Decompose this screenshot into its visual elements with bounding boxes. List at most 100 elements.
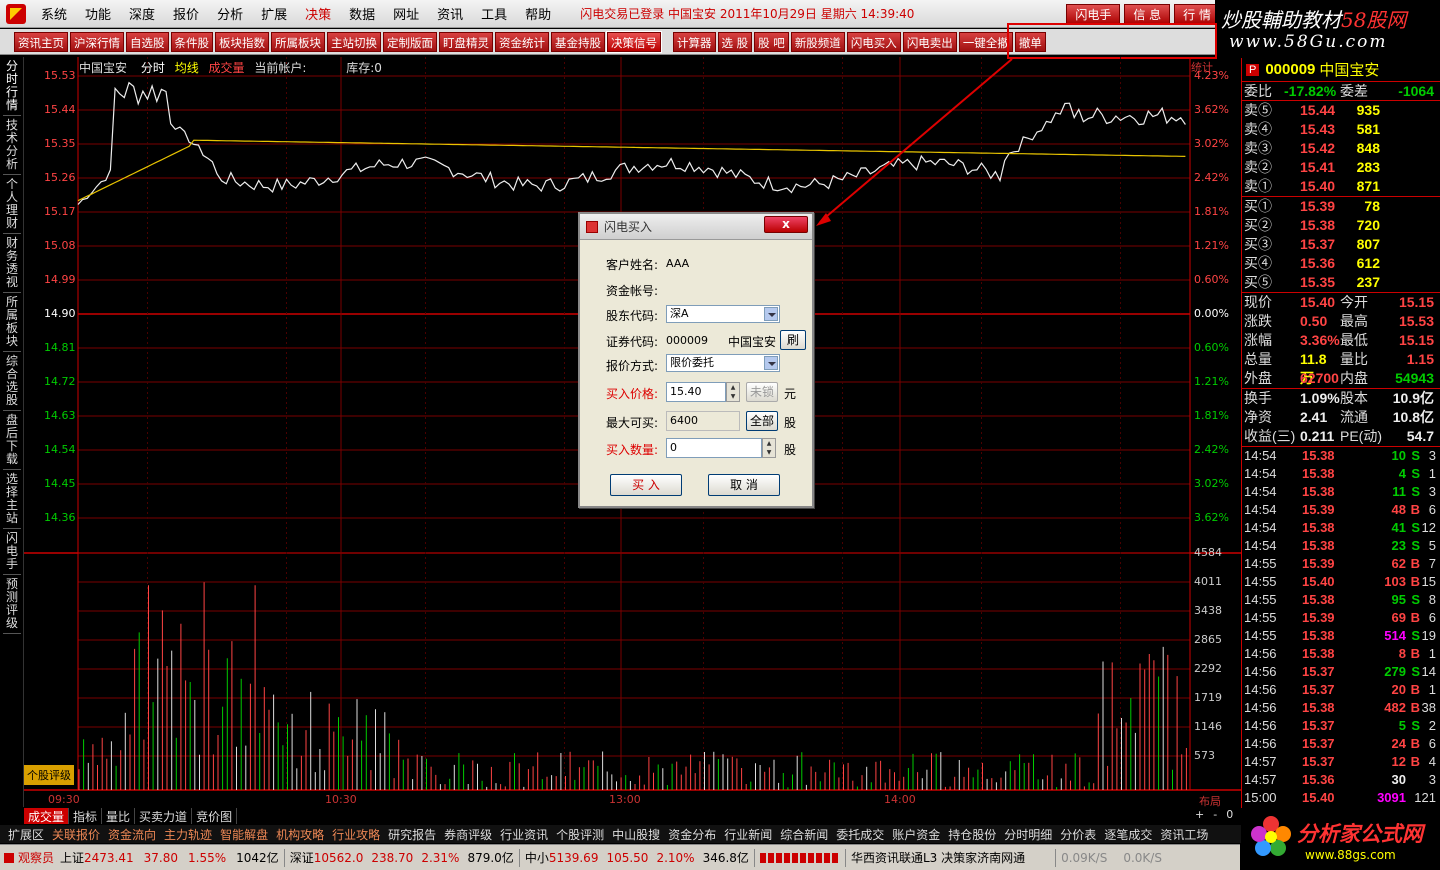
chevron-down-icon[interactable] xyxy=(764,307,778,321)
left-tab[interactable]: 闪电手 xyxy=(3,529,21,575)
chart-sub-tab[interactable]: 买卖力道 xyxy=(135,808,193,824)
function-tab[interactable]: 逐笔成交 xyxy=(1104,826,1152,843)
dialog-close-button[interactable]: x xyxy=(764,216,808,233)
function-tab[interactable]: 研究报告 xyxy=(388,826,436,843)
price-stepper[interactable]: ▲ ▼ xyxy=(726,382,740,402)
toolbar-button[interactable]: 条件股 xyxy=(170,31,213,52)
tick-side: S xyxy=(1411,628,1420,643)
toolbar-button[interactable]: 一键全撤 xyxy=(958,31,1013,52)
quote-method-select[interactable]: 限价委托 xyxy=(666,354,780,372)
left-tab[interactable]: 选择主站 xyxy=(3,470,21,529)
menu-item[interactable]: 系统 xyxy=(32,4,76,23)
menu-item[interactable]: 数据 xyxy=(340,4,384,23)
toolbar-button[interactable]: 资金统计 xyxy=(495,31,549,52)
function-tab[interactable]: 分时明细 xyxy=(1004,826,1052,843)
chart-sub-tab[interactable]: 竞价图 xyxy=(192,808,238,824)
server-info[interactable]: 华西资讯联通L3 决策家济南网通 xyxy=(851,849,1025,866)
function-tab[interactable]: 行业攻略 xyxy=(332,826,380,843)
left-tab[interactable]: 所属板块 xyxy=(3,293,21,352)
menu-item[interactable]: 分析 xyxy=(208,4,252,23)
function-tab[interactable]: 主力轨迹 xyxy=(164,826,212,843)
toolbar-button[interactable]: 基金持股 xyxy=(551,31,605,52)
menu-item[interactable]: 深度 xyxy=(120,4,164,23)
function-tab[interactable]: 资讯工场 xyxy=(1160,826,1208,843)
zoom-control[interactable]: + xyxy=(1195,808,1204,824)
toolbar-button[interactable]: 资讯主页 xyxy=(14,31,68,52)
buy-all-button[interactable]: 全部 xyxy=(746,411,778,431)
tick-side: B xyxy=(1410,574,1420,589)
toolbar-button[interactable]: 闪电卖出 xyxy=(902,31,957,52)
function-tab[interactable]: 综合新闻 xyxy=(780,826,828,843)
menu-item[interactable]: 决策 xyxy=(296,4,340,23)
function-tab[interactable]: 资金流向 xyxy=(108,826,156,843)
toolbar-button[interactable]: 所属板块 xyxy=(271,31,325,52)
left-tab[interactable]: 综合选股 xyxy=(3,352,21,411)
tick-count: 5 xyxy=(1428,538,1436,553)
function-tab[interactable]: 机构攻略 xyxy=(276,826,324,843)
function-tab[interactable]: 个股评测 xyxy=(556,826,604,843)
toolbar-button[interactable]: 决策信号 xyxy=(606,30,662,53)
menu-right-button[interactable]: 信 息 xyxy=(1124,4,1171,25)
toolbar-button[interactable]: 主站切换 xyxy=(327,31,381,52)
function-tab[interactable]: 资金分布 xyxy=(668,826,716,843)
menu-item[interactable]: 工具 xyxy=(472,4,516,23)
chart-sub-tab[interactable]: 指标 xyxy=(69,808,103,824)
function-tab[interactable]: 券商评级 xyxy=(444,826,492,843)
toolbar-button[interactable]: 闪电买入 xyxy=(846,31,901,52)
buy-button[interactable]: 买 入 xyxy=(610,474,682,496)
toolbar-button[interactable]: 自选股 xyxy=(126,31,169,52)
layout-label[interactable]: 布局 xyxy=(1199,793,1221,809)
zoom-control[interactable]: 0 xyxy=(1226,808,1233,824)
stock-review-button[interactable]: 个股评级 xyxy=(24,765,74,785)
menu-right-button[interactable]: 闪电手 xyxy=(1066,4,1121,25)
left-tab[interactable]: 分时行情 xyxy=(3,57,21,116)
toolbar-button[interactable]: 盯盘精灵 xyxy=(439,31,493,52)
toolbar-button[interactable]: 定制版面 xyxy=(383,31,437,52)
qty-stepper[interactable]: ▲ ▼ xyxy=(762,438,776,458)
menu-item[interactable]: 资讯 xyxy=(428,4,472,23)
cancel-button[interactable]: 取 消 xyxy=(708,474,780,496)
buy-price-input[interactable]: 15.40 xyxy=(666,382,726,402)
toolbar-button[interactable]: 选 股 xyxy=(717,31,753,52)
menu-right-button[interactable]: 行 情 xyxy=(1174,4,1220,25)
left-tab[interactable]: 预测评级 xyxy=(3,575,21,634)
holder-code-select[interactable]: 深A xyxy=(666,305,780,323)
buy-qty-input[interactable]: 0 xyxy=(666,438,762,458)
left-tab[interactable]: 个人理财 xyxy=(3,175,21,234)
function-tab[interactable]: 委托成交 xyxy=(836,826,884,843)
zoom-control[interactable]: - xyxy=(1213,808,1217,824)
toolbar-button[interactable]: 计算器 xyxy=(673,31,716,52)
function-tab[interactable]: 关联报价 xyxy=(52,826,100,843)
left-tab[interactable]: 技术分析 xyxy=(3,116,21,175)
tick-list[interactable]: 14:54 15.38 10 S 3 14:54 15.38 4 S 1 14:54 15.38 11 S… xyxy=(1242,447,1440,807)
left-tab[interactable]: 财务透视 xyxy=(3,234,21,293)
chart-sub-tab[interactable]: 成交量 xyxy=(24,808,70,824)
bid-volume: 807 xyxy=(1356,236,1380,252)
toolbar-button[interactable]: 股 吧 xyxy=(754,31,789,52)
refresh-button[interactable]: 刷 xyxy=(780,330,806,350)
menu-item[interactable]: 网址 xyxy=(384,4,428,23)
quote-p-badge[interactable]: P xyxy=(1246,63,1260,76)
bid-volume: 612 xyxy=(1356,255,1380,271)
left-tab[interactable]: 盘后下载 xyxy=(3,411,21,470)
chart-sub-tab[interactable]: 量比 xyxy=(102,808,136,824)
menu-item[interactable]: 功能 xyxy=(76,4,120,23)
lock-button[interactable]: 未锁 xyxy=(746,382,778,402)
menu-item[interactable]: 报价 xyxy=(164,4,208,23)
function-tab[interactable]: 账户资金 xyxy=(892,826,940,843)
function-tab[interactable]: 分价表 xyxy=(1060,826,1096,843)
function-tab[interactable]: 智能解盘 xyxy=(220,826,268,843)
toolbar-button[interactable]: 新股频道 xyxy=(790,31,845,52)
function-tab[interactable]: 扩展区 xyxy=(8,826,44,843)
menu-item[interactable]: 帮助 xyxy=(516,4,560,23)
function-tab[interactable]: 行业新闻 xyxy=(724,826,772,843)
function-tab[interactable]: 中山股搜 xyxy=(612,826,660,843)
function-tab[interactable]: 持仓股份 xyxy=(948,826,996,843)
function-tab[interactable]: 行业资讯 xyxy=(500,826,548,843)
toolbar-button[interactable]: 板块指数 xyxy=(215,31,269,52)
chevron-down-icon[interactable] xyxy=(764,356,778,370)
menu-item[interactable]: 扩展 xyxy=(252,4,296,23)
toolbar-button[interactable]: 沪深行情 xyxy=(70,31,124,52)
security-code-value[interactable]: 000009 xyxy=(666,334,708,347)
stat-label: 量比 xyxy=(1340,351,1368,367)
